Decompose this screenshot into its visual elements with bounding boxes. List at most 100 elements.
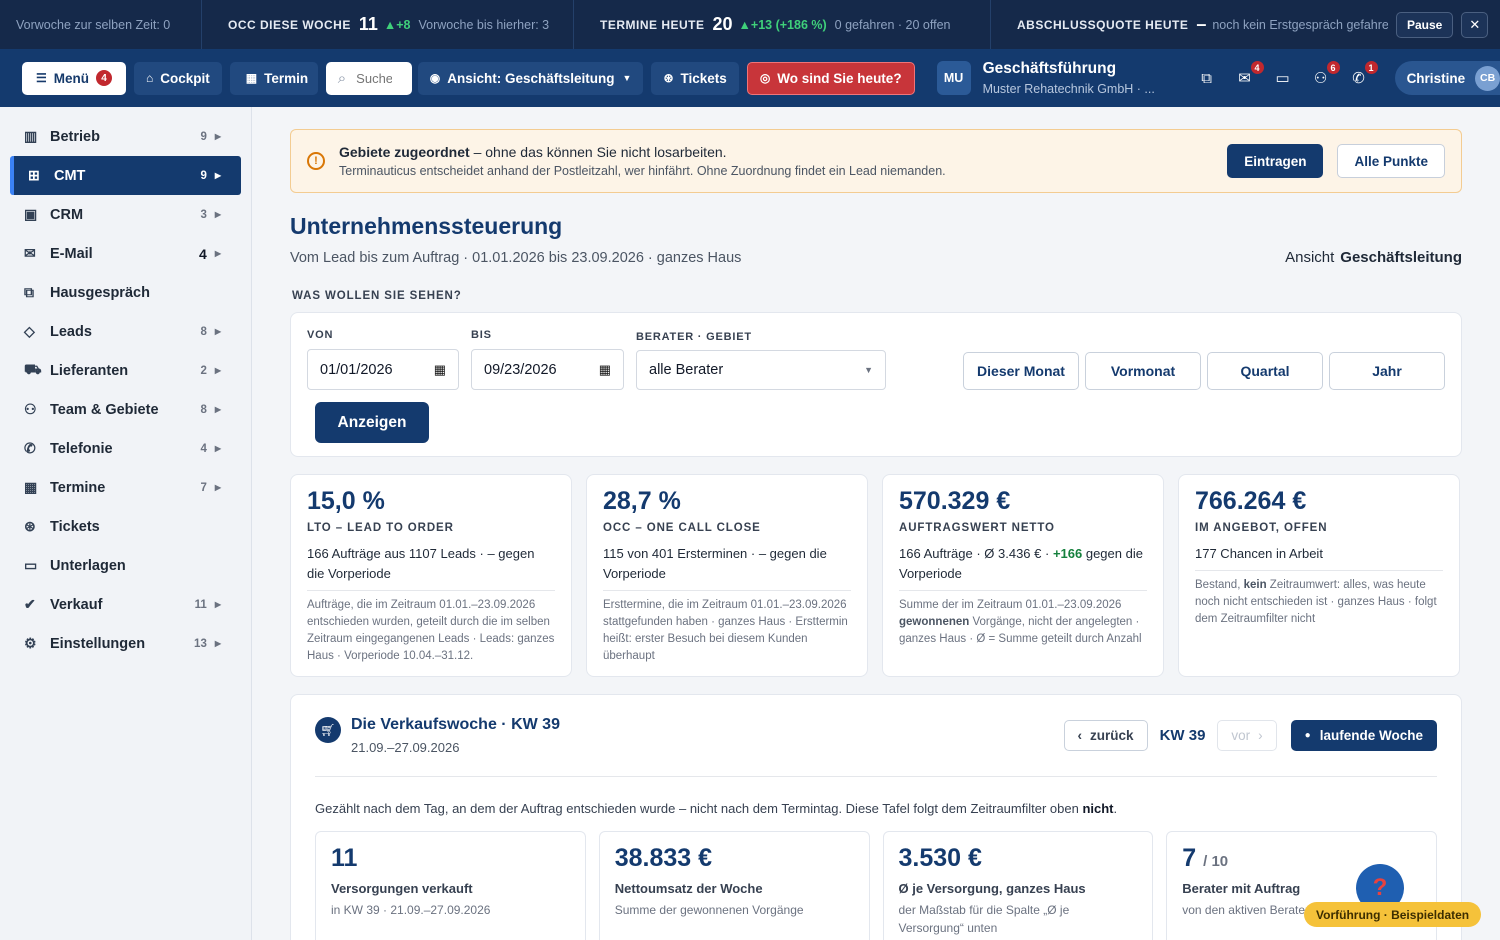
sidebar-item-team-gebiete[interactable]: ⚇ Team & Gebiete 8 ▶ — [0, 390, 241, 429]
week-back-button[interactable]: ‹ zurück — [1063, 720, 1148, 751]
team-icon[interactable]: ⚇ 6 — [1311, 60, 1341, 87]
sidebar-item-crm[interactable]: ▣ CRM 3 ▶ — [0, 195, 241, 234]
preset-quartal[interactable]: Quartal — [1207, 352, 1323, 390]
sales-week-date: 21.09.–27.09.2026 — [351, 740, 460, 755]
berater-value: alle Berater — [649, 362, 724, 378]
ticker-appointments-delta: ▲+13 (+186 %) — [738, 17, 827, 32]
eye-icon: ◉ — [429, 71, 441, 85]
sidebar-item-count: 9 — [200, 130, 207, 143]
team-badge: 6 — [1325, 60, 1341, 75]
preset-jahr[interactable]: Jahr — [1329, 352, 1445, 390]
week-note-a: Gezählt nach dem Tag, an dem der Auftrag… — [315, 801, 1083, 816]
caret-right-icon: ▶ — [214, 327, 221, 336]
sidebar-item-betrieb[interactable]: ▥ Betrieb 9 ▶ — [0, 117, 241, 156]
calendar-icon: ▦ — [598, 361, 611, 377]
cockpit-button[interactable]: ⌂ Cockpit — [134, 61, 222, 95]
ticker-occ-label: OCC DIESE WOCHE — [228, 17, 351, 32]
preset-dieser-monat[interactable]: Dieser Monat — [963, 352, 1079, 390]
location-label: Wo sind Sie heute? — [777, 70, 902, 86]
sidebar-item-count: 8 — [200, 403, 207, 416]
hamburger-icon: ☰ — [35, 71, 47, 85]
demo-data-badge: Vorführung · Beispieldaten — [1304, 902, 1482, 927]
week-card-value-main: 7 — [1182, 844, 1197, 872]
tickets-button[interactable]: ⊛ Tickets — [651, 61, 739, 95]
von-date-value: 01/01/2026 — [320, 361, 393, 378]
bis-date-input[interactable]: 09/23/2026 ▦ — [471, 349, 624, 390]
alle-punkte-button[interactable]: Alle Punkte — [1337, 144, 1445, 178]
phone-icon[interactable]: ✆ 1 — [1349, 60, 1379, 87]
org-avatar[interactable]: MU — [936, 61, 971, 95]
mail-icon[interactable]: ✉ 4 — [1235, 60, 1265, 87]
sidebar-item-cmt[interactable]: ⊞ CMT 9 ▶ — [10, 156, 241, 195]
sidebar-item-telefonie[interactable]: ✆ Telefonie 4 ▶ — [0, 429, 241, 468]
sidebar-item-termine[interactable]: ▦ Termine 7 ▶ — [0, 468, 241, 507]
notice-text: Gebiete zugeordnet – ohne das können Sie… — [339, 144, 1227, 178]
sidebar-item-einstellungen[interactable]: ⚙ Einstellungen 13 ▶ — [0, 624, 241, 663]
search-input[interactable] — [356, 70, 393, 86]
menu-button[interactable]: ☰ Menü 4 — [22, 61, 126, 95]
termin-button[interactable]: ▦ Termin — [229, 61, 318, 95]
kpi-delta-positive: +166 — [1052, 546, 1083, 561]
kpi-note-b: kein — [1243, 579, 1267, 591]
folder-icon[interactable]: ▭ — [1273, 69, 1293, 87]
cockpit-label: Cockpit — [160, 70, 210, 86]
week-note-b: nicht — [1082, 801, 1114, 816]
sidebar-item-count: 11 — [194, 598, 207, 611]
week-card-label: Nettoumsatz der Woche — [614, 881, 763, 896]
eintragen-button[interactable]: Eintragen — [1227, 144, 1324, 178]
sidebar-item-hausgespraech[interactable]: ⧉ Hausgespräch — [0, 273, 241, 312]
sales-week-note: Gezählt nach dem Tag, an dem der Auftrag… — [315, 801, 1437, 816]
chat-icon[interactable]: ⧉ — [1197, 70, 1217, 87]
folder-icon: ▭ — [24, 557, 38, 573]
sidebar-item-label: Leads — [50, 323, 92, 340]
sidebar-item-count: 4 — [200, 442, 207, 455]
sidebar-item-unterlagen[interactable]: ▭ Unterlagen — [0, 546, 241, 585]
phone-icon: ✆ — [24, 440, 36, 456]
berater-select[interactable]: alle Berater ▼ — [636, 350, 886, 390]
ticker-pause-button[interactable]: Pause — [1396, 11, 1454, 38]
ticker-close-button[interactable]: ✕ — [1461, 11, 1489, 38]
kpi-value: 570.329 € — [899, 487, 1011, 515]
kpi-note: Summe der im Zeitraum 01.01.–23.09.2026 … — [899, 597, 1147, 648]
kpi-card-angebot: 766.264 € IM ANGEBOT, OFFEN 177 Chancen … — [1178, 474, 1460, 677]
kpi-desc: 115 von 401 Ersterminen · – gegen die Vo… — [603, 544, 851, 591]
sidebar-item-count: 7 — [200, 481, 207, 494]
sidebar-item-tickets[interactable]: ⊛ Tickets — [0, 507, 241, 546]
bis-label: BIS — [471, 329, 492, 341]
sidebar-item-count: 3 — [200, 208, 207, 221]
kpi-note-a: Bestand, — [1195, 579, 1244, 591]
user-menu[interactable]: Christine CB ▼ — [1394, 61, 1500, 95]
caret-right-icon: ▶ — [214, 405, 221, 414]
sidebar-item-verkauf[interactable]: ✔ Verkauf 11 ▶ — [0, 585, 241, 624]
sidebar-item-count: 2 — [200, 364, 207, 377]
ticker-item-occ-week: OCC DIESE WOCHE 11 ▲+8 Vorwoche bis hier… — [202, 0, 574, 49]
location-checkin-button[interactable]: ◎ Wo sind Sie heute? — [746, 61, 915, 95]
org-info[interactable]: Geschäftsführung Muster Rehatechnik GmbH… — [983, 60, 1183, 96]
search-box[interactable]: ⌕ — [325, 61, 412, 95]
anzeigen-button[interactable]: Anzeigen — [315, 402, 429, 443]
org-name: Geschäftsführung — [982, 60, 1117, 77]
sidebar-item-lieferanten[interactable]: ⛟ Lieferanten 2 ▶ — [0, 351, 241, 390]
kpi-key: OCC – ONE CALL CLOSE — [603, 522, 761, 534]
sidebar-item-email[interactable]: ✉ E-Mail 4 ▶ — [0, 234, 241, 273]
berater-label: BERATER · GEBIET — [636, 331, 752, 343]
sidebar-item-label: Team & Gebiete — [50, 401, 159, 418]
caret-right-icon: ▶ — [214, 132, 221, 141]
week-card-sub: in KW 39 · 21.09.–27.09.2026 — [331, 903, 491, 917]
sales-week-title: Die Verkaufswoche · KW 39 — [351, 716, 560, 733]
phone-badge: 1 — [1363, 60, 1379, 75]
week-navigation: ‹ zurück KW 39 vor › ● laufende Woche — [1063, 720, 1437, 751]
von-date-input[interactable]: 01/01/2026 ▦ — [307, 349, 459, 390]
caret-right-icon: ▶ — [214, 444, 221, 453]
sidebar-item-leads[interactable]: ◇ Leads 8 ▶ — [0, 312, 241, 351]
caret-right-icon: ▶ — [214, 366, 221, 375]
preset-vormonat[interactable]: Vormonat — [1085, 352, 1201, 390]
calendar-icon: ▦ — [245, 71, 258, 85]
week-forward-button[interactable]: vor › — [1217, 720, 1277, 751]
week-card-verkauft: 11 Versorgungen verkauft in KW 39 · 21.0… — [315, 831, 586, 940]
view-selector[interactable]: ◉ Ansicht: Geschäftsleitung ▼ — [417, 61, 644, 95]
current-week-button[interactable]: ● laufende Woche — [1290, 720, 1437, 751]
current-view: Ansicht Geschäftsleitung — [1285, 249, 1462, 266]
mail-icon: ✉ — [24, 245, 36, 261]
ticker-appointments-number: 20 — [712, 14, 733, 34]
